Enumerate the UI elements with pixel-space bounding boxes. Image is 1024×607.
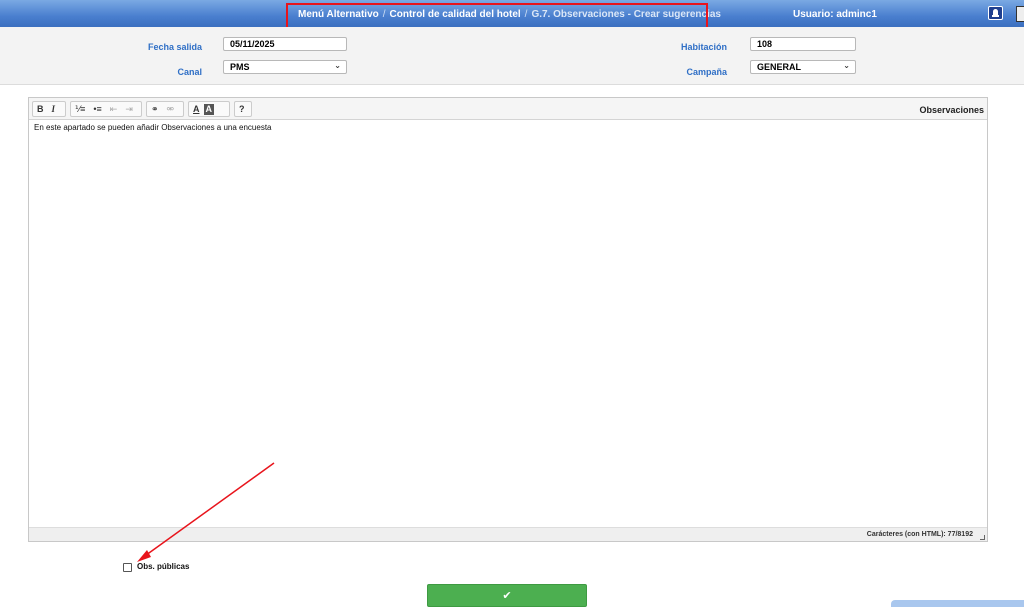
outdent-icon[interactable]: ⇤ [106, 102, 122, 116]
canal-label: Canal [177, 67, 202, 77]
notification-bell-icon[interactable] [988, 6, 1003, 20]
habitacion-label: Habitación [680, 42, 727, 52]
filter-panel: Fecha salida Canal PMS ⌄ Habitación Camp… [0, 27, 1024, 85]
obs-publicas-checkbox[interactable] [123, 563, 132, 572]
toolbar-group-lists: ⅟≡ •≡ ⇤ ⇥ [70, 101, 142, 117]
corner-tab[interactable] [891, 600, 1024, 607]
fecha-salida-input[interactable] [223, 37, 347, 51]
help-button[interactable]: ? [235, 102, 249, 116]
obs-publicas-label: Obs. públicas [137, 562, 190, 571]
background-color-button[interactable]: A [203, 103, 214, 115]
italic-button[interactable]: I [48, 102, 60, 116]
canal-select[interactable]: PMS ⌄ [223, 60, 347, 74]
font-color-button[interactable]: A [189, 102, 204, 116]
unlink-icon[interactable]: ⚮ [163, 102, 179, 116]
editor-title: Observaciones [919, 105, 984, 115]
toolbar-group-style: B I [32, 101, 66, 117]
link-icon[interactable]: ⚭ [147, 102, 163, 116]
chevron-down-icon: ⌄ [843, 61, 850, 70]
toolbar-group-help: ? [234, 101, 252, 117]
calculator-icon[interactable] [1016, 6, 1024, 22]
breadcrumb-highlight-annotation [286, 3, 708, 30]
campana-select[interactable]: GENERAL ⌄ [750, 60, 856, 74]
bold-button[interactable]: B [33, 102, 48, 116]
submit-button[interactable]: ✔ [427, 584, 587, 607]
bullet-list-icon[interactable]: •≡ [89, 102, 105, 116]
editor-toolbar: B I ⅟≡ •≡ ⇤ ⇥ ⚭ ⚮ A A ? Observaciones [29, 98, 987, 120]
toolbar-group-colors: A A [188, 101, 230, 117]
campana-label: Campaña [686, 67, 727, 77]
fecha-salida-label: Fecha salida [147, 42, 202, 52]
editor-status-bar: Carácteres (con HTML): 77/8192 [29, 527, 987, 541]
resize-handle-icon[interactable] [980, 535, 985, 540]
user-label: Usuario: adminc1 [793, 9, 877, 20]
check-icon: ✔ [502, 590, 512, 602]
campana-select-value: GENERAL [757, 62, 802, 72]
habitacion-input[interactable] [750, 37, 856, 51]
chevron-down-icon: ⌄ [334, 61, 341, 70]
toolbar-group-links: ⚭ ⚮ [146, 101, 184, 117]
ordered-list-icon[interactable]: ⅟≡ [71, 102, 89, 116]
character-counter: Carácteres (con HTML): 77/8192 [866, 531, 973, 538]
indent-icon[interactable]: ⇥ [121, 102, 137, 116]
observaciones-editor: B I ⅟≡ •≡ ⇤ ⇥ ⚭ ⚮ A A ? Observaciones En… [28, 97, 988, 542]
editor-content-area[interactable]: En este apartado se pueden añadir Observ… [30, 121, 986, 527]
canal-select-value: PMS [230, 62, 250, 72]
